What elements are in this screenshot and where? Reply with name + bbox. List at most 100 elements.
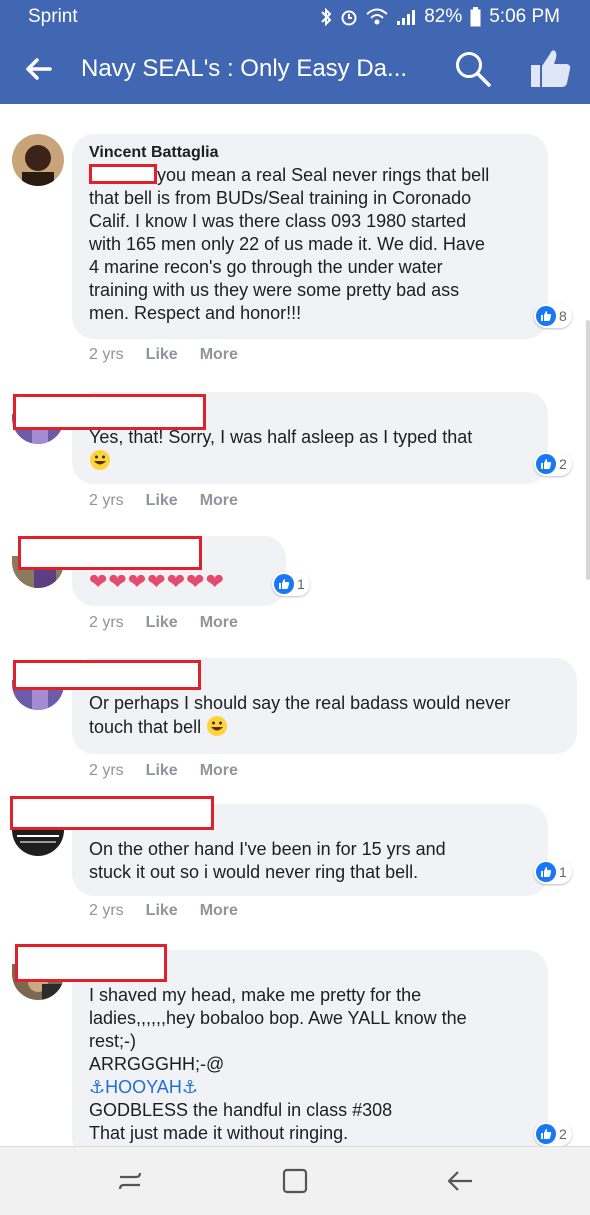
more-button[interactable]: More	[200, 346, 238, 364]
comment-time[interactable]: 2 yrs	[89, 614, 124, 632]
like-reaction-icon	[536, 454, 556, 474]
comment-line: ⚓HOOYAH⚓	[89, 1077, 198, 1097]
reaction-number: 1	[559, 864, 567, 880]
avatar[interactable]	[12, 134, 64, 186]
more-button[interactable]: More	[200, 614, 238, 632]
reaction-number: 8	[559, 308, 567, 324]
comment-item: Yes, that! Sorry, I was half asleep as I…	[0, 392, 590, 512]
like-button[interactable]: Like	[146, 762, 178, 780]
comment-text: I shaved my head, make me pretty for the…	[89, 984, 532, 1145]
redaction-box	[15, 944, 167, 982]
reaction-count[interactable]: 1	[534, 860, 572, 884]
comment-actions: 2 yrs Like More	[89, 614, 238, 632]
nav-bar: Navy SEAL's : Only Easy Da...	[0, 34, 590, 104]
back-icon[interactable]	[444, 1165, 476, 1197]
bluetooth-icon	[321, 7, 332, 27]
comment-actions: 2 yrs Like More	[89, 902, 238, 920]
comment-line: training with us they were some pretty b…	[89, 280, 460, 300]
comment-line: men. Respect and honor!!!	[89, 303, 302, 323]
battery-percent: 82%	[424, 6, 463, 27]
redaction-box	[13, 394, 206, 430]
reaction-count[interactable]: 1	[272, 572, 310, 596]
carrier-name: Sprint	[28, 6, 78, 27]
hearts-emoji: ❤❤❤❤❤❤❤	[89, 569, 226, 594]
comment-line: On the other hand I've been in for 15 yr…	[89, 839, 446, 859]
like-button[interactable]: Like	[146, 902, 178, 920]
reaction-count[interactable]: 8	[534, 304, 572, 328]
comment-text: ❤❤❤❤❤❤❤	[89, 570, 270, 593]
comments-feed[interactable]: Vincent Battaglia you mean a real Seal n…	[0, 104, 590, 1146]
scroll-indicator[interactable]	[586, 320, 590, 580]
reaction-number: 2	[559, 1126, 567, 1142]
comment-item: I shaved my head, make me pretty for the…	[0, 944, 590, 1146]
redaction-box	[89, 164, 157, 184]
comment-text: you mean a real Seal never rings that be…	[89, 164, 532, 325]
comment-text: Yes, that! Sorry, I was half asleep as I…	[89, 426, 532, 473]
comment-item: ❤❤❤❤❤❤❤ 1 2 yrs Like More	[0, 536, 590, 646]
reaction-number: 1	[297, 576, 305, 592]
comment-line: you mean a real Seal never rings that be…	[89, 164, 532, 187]
smiley-emoji-icon	[90, 450, 110, 470]
like-button[interactable]: Like	[146, 614, 178, 632]
more-button[interactable]: More	[200, 902, 238, 920]
comment-line: 4 marine recon's go through the under wa…	[89, 257, 443, 277]
redaction-box	[18, 536, 202, 570]
status-bar: Sprint 82% 5:06 PM	[0, 0, 590, 34]
comment-bubble[interactable]: Vincent Battaglia you mean a real Seal n…	[72, 134, 548, 339]
home-icon[interactable]	[279, 1165, 311, 1197]
comment-line: ladies,,,,,,hey bobaloo bop. Awe YALL kn…	[89, 1008, 467, 1028]
search-icon[interactable]	[454, 50, 492, 88]
back-arrow-icon[interactable]	[22, 52, 56, 86]
comment-time[interactable]: 2 yrs	[89, 492, 124, 510]
comment-line	[89, 449, 532, 473]
comment-time[interactable]: 2 yrs	[89, 762, 124, 780]
smiley-emoji-icon	[207, 716, 228, 736]
comment-time[interactable]: 2 yrs	[89, 346, 124, 364]
more-button[interactable]: More	[200, 492, 238, 510]
comment-actions: 2 yrs Like More	[89, 346, 238, 364]
signal-icon	[397, 10, 416, 25]
battery-icon	[470, 7, 481, 27]
comment-text: On the other hand I've been in for 15 yr…	[89, 838, 532, 884]
comment-line: ARRGGGHH;-@	[89, 1054, 225, 1074]
like-button[interactable]: Like	[146, 346, 178, 364]
comment-line: I shaved my head, make me pretty for the	[89, 985, 422, 1005]
status-icons: 82% 5:06 PM	[320, 6, 560, 28]
clock: 5:06 PM	[489, 6, 560, 27]
reaction-count[interactable]: 2	[534, 452, 572, 476]
like-reaction-icon	[536, 862, 556, 882]
like-reaction-icon	[536, 1124, 556, 1144]
reaction-number: 2	[559, 456, 567, 472]
recent-apps-icon[interactable]	[114, 1165, 146, 1197]
comment-actions: 2 yrs Like More	[89, 762, 238, 780]
comment-text: Or perhaps I should say the real badass …	[89, 692, 561, 739]
like-reaction-icon	[274, 574, 294, 594]
comment-line-text: touch that bell	[89, 717, 202, 737]
comment-author[interactable]: Vincent Battaglia	[89, 144, 532, 162]
redaction-box	[10, 796, 214, 830]
system-nav-bar	[0, 1146, 590, 1215]
like-button[interactable]: Like	[146, 492, 178, 510]
comment-item: On the other hand I've been in for 15 yr…	[0, 796, 590, 924]
comment-item: Vincent Battaglia you mean a real Seal n…	[0, 134, 590, 374]
comment-time[interactable]: 2 yrs	[89, 902, 124, 920]
comment-line: GODBLESS the handful in class #308	[89, 1100, 393, 1120]
avatar-image	[12, 134, 64, 186]
wifi-icon	[366, 8, 388, 25]
comment-line: that bell is from BUDs/Seal training in …	[89, 188, 472, 208]
comment-item: Or perhaps I should say the real badass …	[0, 658, 590, 783]
reaction-count[interactable]: 2	[534, 1122, 572, 1146]
alarm-icon	[341, 10, 357, 26]
comment-line: rest;-)	[89, 1031, 136, 1051]
like-reaction-icon	[536, 306, 556, 326]
comment-line: with 165 men only 22 of us made it. We d…	[89, 234, 485, 254]
comment-line: Calif. I know I was there class 093 1980…	[89, 211, 467, 231]
thumbs-up-icon[interactable]	[530, 48, 572, 88]
page-title: Navy SEAL's : Only Easy Da...	[81, 55, 408, 82]
redaction-box	[13, 660, 201, 690]
comment-line-text: you mean a real Seal never rings that be…	[157, 165, 490, 185]
comment-line: stuck it out so i would never ring that …	[89, 862, 419, 882]
more-button[interactable]: More	[200, 762, 238, 780]
comment-line: touch that bell	[89, 715, 561, 739]
comment-line: Or perhaps I should say the real badass …	[89, 693, 511, 713]
